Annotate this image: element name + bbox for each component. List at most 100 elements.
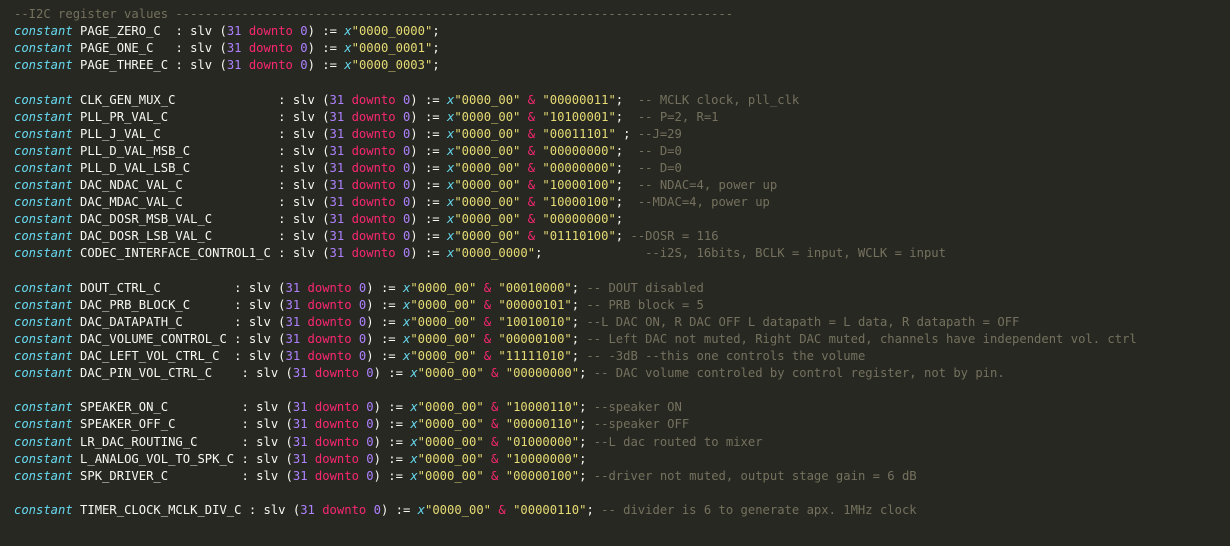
code-line[interactable]: constant PLL_PR_VAL_C : slv (31 downto 0… bbox=[14, 109, 719, 126]
range-high: 31 bbox=[292, 451, 308, 466]
binary-literal: "00000101" bbox=[498, 297, 572, 312]
code-line[interactable]: constant DOUT_CTRL_C : slv (31 downto 0)… bbox=[14, 280, 704, 297]
hex-literal: "0000_00" bbox=[454, 178, 521, 192]
assign-operator: ) := bbox=[307, 58, 337, 73]
code-line[interactable]: constant DAC_PRB_BLOCK_C : slv (31 downt… bbox=[14, 297, 704, 314]
type-declaration: : slv ( bbox=[175, 58, 227, 73]
concat-operator: & bbox=[491, 468, 499, 483]
constant-name: LR_DAC_ROUTING_C bbox=[80, 434, 242, 449]
code-line[interactable]: constant SPEAKER_OFF_C : slv (31 downto … bbox=[14, 416, 689, 433]
code-line[interactable]: constant CLK_GEN_MUX_C : slv (31 downto … bbox=[14, 92, 799, 109]
hex-literal: "0000_00" bbox=[454, 92, 521, 107]
concat-operator: & bbox=[498, 502, 506, 517]
statement-end: ; bbox=[579, 451, 587, 466]
constant-name: SPEAKER_OFF_C bbox=[80, 417, 242, 432]
constant-name: PAGE_ONE_C bbox=[80, 41, 176, 56]
code-line[interactable]: constant DAC_PIN_VOL_CTRL_C : slv (31 do… bbox=[14, 365, 1005, 382]
binary-literal: "10000100" bbox=[542, 178, 616, 192]
downto-keyword: downto bbox=[248, 41, 293, 56]
hex-literal: "0000_00" bbox=[417, 417, 484, 432]
constant-name: DAC_NDAC_VAL_C bbox=[80, 178, 279, 192]
assign-operator: ) := bbox=[410, 246, 440, 261]
downto-keyword: downto bbox=[351, 229, 396, 244]
statement-end: ; bbox=[615, 92, 638, 107]
hex-literal: "0000_00" bbox=[417, 434, 484, 449]
assign-operator: ) := bbox=[373, 451, 403, 466]
code-comment: --speaker ON bbox=[593, 400, 682, 415]
hex-literal: "0000_00" bbox=[410, 280, 477, 295]
binary-literal: "10000000" bbox=[505, 451, 580, 466]
constant-name: PAGE_THREE_C bbox=[80, 58, 176, 73]
assign-operator: ) := bbox=[366, 297, 396, 312]
downto-keyword: downto bbox=[351, 143, 396, 158]
concat-operator: & bbox=[491, 400, 499, 415]
code-line[interactable]: constant DAC_DOSR_LSB_VAL_C : slv (31 do… bbox=[14, 228, 719, 245]
code-line[interactable]: constant L_ANALOG_VOL_TO_SPK_C : slv (31… bbox=[14, 451, 586, 468]
code-line[interactable]: constant LR_DAC_ROUTING_C : slv (31 down… bbox=[14, 434, 763, 451]
code-line[interactable]: constant DAC_VOLUME_CONTROL_C : slv (31 … bbox=[14, 331, 1137, 348]
range-high: 31 bbox=[292, 400, 308, 415]
code-line[interactable]: constant PLL_D_VAL_LSB_C : slv (31 downt… bbox=[14, 160, 682, 177]
downto-keyword: downto bbox=[351, 246, 396, 261]
downto-keyword: downto bbox=[314, 366, 359, 381]
range-high: 31 bbox=[292, 417, 308, 432]
statement-end: ; bbox=[615, 126, 638, 141]
statement-end: ; bbox=[571, 280, 587, 295]
constant-keyword: constant bbox=[14, 349, 73, 363]
code-line[interactable]: constant DAC_DATAPATH_C : slv (31 downto… bbox=[14, 314, 1019, 331]
type-declaration: : slv ( bbox=[278, 195, 330, 210]
hex-literal: "0000_00" bbox=[454, 195, 521, 210]
code-line[interactable]: constant DAC_NDAC_VAL_C : slv (31 downto… bbox=[14, 177, 777, 194]
range-high: 31 bbox=[329, 92, 345, 107]
code-line[interactable]: constant DAC_LEFT_VOL_CTRL_C : slv (31 d… bbox=[14, 348, 865, 365]
type-declaration: : slv ( bbox=[278, 178, 330, 192]
statement-end: ; bbox=[615, 143, 638, 158]
code-line[interactable]: constant CODEC_INTERFACE_CONTROL1_C : sl… bbox=[14, 245, 946, 262]
comment-line[interactable]: --I2C register values ------------------… bbox=[14, 6, 733, 23]
statement-end: ; bbox=[579, 434, 594, 449]
type-declaration: : slv ( bbox=[241, 451, 293, 466]
downto-keyword: downto bbox=[351, 126, 396, 141]
code-line[interactable]: constant SPK_DRIVER_C : slv (31 downto 0… bbox=[14, 468, 917, 485]
constant-keyword: constant bbox=[14, 417, 73, 432]
range-low: 0 bbox=[366, 400, 374, 415]
hex-prefix: x bbox=[410, 434, 418, 449]
code-line[interactable]: constant PAGE_ZERO_C : slv (31 downto 0)… bbox=[14, 23, 440, 40]
range-high: 31 bbox=[329, 195, 345, 210]
constant-name: L_ANALOG_VOL_TO_SPK_C bbox=[80, 451, 242, 466]
statement-end: ; bbox=[535, 246, 646, 261]
code-comment: -- D=0 bbox=[637, 143, 682, 158]
type-declaration: : slv ( bbox=[241, 434, 293, 449]
constant-keyword: constant bbox=[14, 366, 73, 381]
constant-keyword: constant bbox=[14, 195, 73, 210]
type-declaration: : slv ( bbox=[278, 229, 330, 244]
code-line[interactable]: constant PLL_J_VAL_C : slv (31 downto 0)… bbox=[14, 126, 682, 143]
hex-prefix: x bbox=[410, 417, 418, 432]
code-editor[interactable]: --I2C register values ------------------… bbox=[0, 0, 1230, 546]
constant-keyword: constant bbox=[14, 229, 73, 244]
code-comment: --J=29 bbox=[637, 126, 682, 141]
code-line[interactable]: constant DAC_DOSR_MSB_VAL_C : slv (31 do… bbox=[14, 211, 623, 228]
code-comment: -- Left DAC not muted, Right DAC muted, … bbox=[586, 331, 1137, 346]
concat-operator: & bbox=[491, 434, 499, 449]
hex-literal: "0000_00" bbox=[454, 212, 521, 227]
assign-operator: ) := bbox=[373, 366, 403, 381]
code-line[interactable]: constant PLL_D_VAL_MSB_C : slv (31 downt… bbox=[14, 143, 682, 160]
concat-operator: & bbox=[527, 229, 536, 244]
code-line[interactable]: constant PAGE_ONE_C : slv (31 downto 0) … bbox=[14, 40, 440, 57]
code-line[interactable]: constant PAGE_THREE_C : slv (31 downto 0… bbox=[14, 57, 440, 74]
code-comment: -- -3dB --this one controls the volume bbox=[586, 349, 866, 363]
range-low: 0 bbox=[366, 434, 374, 449]
code-line[interactable]: constant TIMER_CLOCK_MCLK_DIV_C : slv (3… bbox=[14, 502, 917, 519]
code-comment: -- DOUT disabled bbox=[586, 280, 704, 295]
code-line[interactable]: constant SPEAKER_ON_C : slv (31 downto 0… bbox=[14, 399, 682, 416]
code-line[interactable]: constant DAC_MDAC_VAL_C : slv (31 downto… bbox=[14, 194, 770, 211]
concat-operator: & bbox=[527, 212, 536, 227]
constant-name: PLL_PR_VAL_C bbox=[80, 109, 279, 124]
downto-keyword: downto bbox=[314, 451, 359, 466]
hex-prefix: x bbox=[417, 502, 425, 517]
constant-name: PLL_D_VAL_LSB_C bbox=[80, 160, 279, 175]
range-low: 0 bbox=[300, 41, 308, 56]
range-low: 0 bbox=[366, 417, 374, 432]
binary-literal: "01000000" bbox=[505, 434, 580, 449]
